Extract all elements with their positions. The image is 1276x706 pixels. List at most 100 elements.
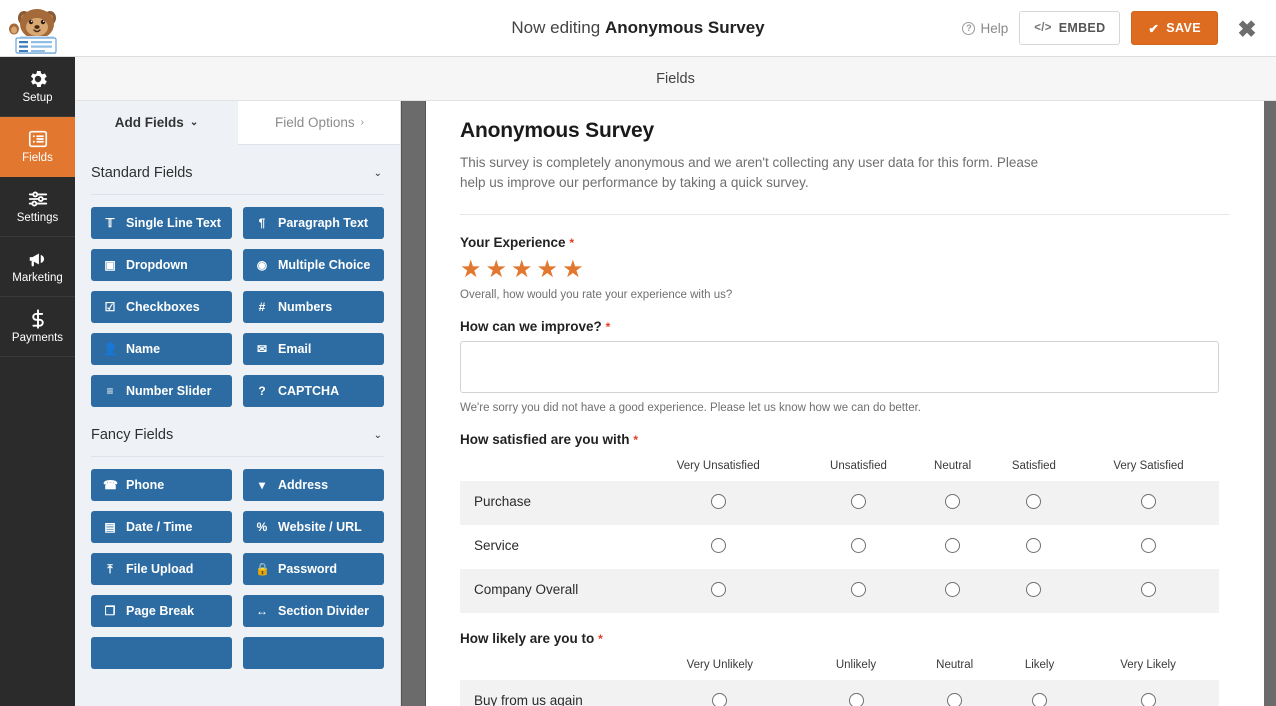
star-icon[interactable]: ★	[511, 257, 533, 283]
hash-icon: #	[255, 300, 269, 314]
help-button[interactable]: ? Help	[962, 21, 1008, 36]
likert-cell[interactable]	[990, 525, 1078, 569]
field-button-section-divider[interactable]: ↔Section Divider	[243, 595, 384, 627]
field-button-label: CAPTCHA	[278, 384, 339, 398]
panel-preview-divider[interactable]	[401, 101, 426, 706]
likert-cell[interactable]	[1078, 525, 1219, 569]
radio-button[interactable]	[1141, 582, 1156, 597]
field-button-captcha[interactable]: ?CAPTCHA	[243, 375, 384, 407]
radio-button[interactable]	[851, 538, 866, 553]
radio-button[interactable]	[1032, 693, 1047, 706]
slider-icon: ≡	[103, 384, 117, 398]
save-button[interactable]: ✔ SAVE	[1131, 11, 1218, 45]
likert-cell[interactable]	[915, 525, 989, 569]
field-button-multiple-choice[interactable]: ◉Multiple Choice	[243, 249, 384, 281]
likert-cell[interactable]	[1077, 680, 1219, 706]
likert-column-header: Neutral	[915, 454, 989, 481]
field-button-numbers[interactable]: #Numbers	[243, 291, 384, 323]
radio-button[interactable]	[1141, 494, 1156, 509]
field-button-name[interactable]: 👤Name	[91, 333, 232, 365]
top-header-bar: Now editing Anonymous Survey ? Help </> …	[0, 0, 1276, 57]
sidebar-item-payments[interactable]: Payments	[0, 297, 75, 357]
section-header-fancy-fields[interactable]: Fancy Fields ⌄	[75, 407, 400, 456]
form-title: Anonymous Survey	[460, 119, 1230, 143]
embed-button[interactable]: </> EMBED	[1019, 11, 1120, 45]
field-button-partial-left[interactable]	[91, 637, 232, 669]
star-icon[interactable]: ★	[537, 257, 559, 283]
radio-button[interactable]	[945, 582, 960, 597]
likert-cell[interactable]	[801, 481, 915, 525]
field-button-number-slider[interactable]: ≡Number Slider	[91, 375, 232, 407]
field-button-paragraph-text[interactable]: ¶Paragraph Text	[243, 207, 384, 239]
likert-cell[interactable]	[915, 569, 989, 613]
radio-button[interactable]	[945, 538, 960, 553]
radio-button[interactable]	[1026, 494, 1041, 509]
field-button-address[interactable]: ▾Address	[243, 469, 384, 501]
likert-cell[interactable]	[990, 569, 1078, 613]
tab-add-fields[interactable]: Add Fields ⌄	[75, 101, 238, 145]
field-button-phone[interactable]: ☎Phone	[91, 469, 232, 501]
field-button-file-upload[interactable]: ⤒File Upload	[91, 553, 232, 585]
section-header-standard-fields[interactable]: Standard Fields ⌄	[75, 145, 400, 194]
radio-button[interactable]	[711, 582, 726, 597]
field-button-date-time[interactable]: ▤Date / Time	[91, 511, 232, 543]
field-button-website-url[interactable]: %Website / URL	[243, 511, 384, 543]
likert-cell[interactable]	[635, 569, 801, 613]
tab-field-options-label: Field Options	[275, 115, 355, 130]
likert-cell[interactable]	[1002, 680, 1077, 706]
star-icon[interactable]: ★	[562, 257, 584, 283]
star-rating-input[interactable]: ★ ★ ★ ★ ★	[460, 257, 1230, 283]
close-icon[interactable]: ✖	[1234, 16, 1260, 42]
radio-button[interactable]	[851, 494, 866, 509]
field-button-partial-right[interactable]	[243, 637, 384, 669]
radio-button[interactable]	[1141, 693, 1156, 706]
radio-button[interactable]	[1141, 538, 1156, 553]
likert-cell[interactable]	[801, 525, 915, 569]
field-button-label: Website / URL	[278, 520, 362, 534]
field-button-password[interactable]: 🔒Password	[243, 553, 384, 585]
field-button-label: Checkboxes	[126, 300, 200, 314]
likert-row-label: Buy from us again	[460, 680, 635, 706]
field-button-checkboxes[interactable]: ☑Checkboxes	[91, 291, 232, 323]
tab-field-options[interactable]: Field Options ›	[238, 101, 401, 145]
field-button-label: Phone	[126, 478, 164, 492]
likert-cell[interactable]	[635, 525, 801, 569]
field-button-email[interactable]: ✉Email	[243, 333, 384, 365]
preview-scrollbar[interactable]	[1264, 101, 1276, 706]
radio-button[interactable]	[1026, 582, 1041, 597]
likert-cell[interactable]	[1078, 569, 1219, 613]
improve-textarea[interactable]	[460, 341, 1219, 393]
likert-column-header: Unsatisfied	[801, 454, 915, 481]
field-button-single-line-text[interactable]: 𝕋Single Line Text	[91, 207, 232, 239]
radio-button[interactable]	[947, 693, 962, 706]
likert-cell[interactable]	[805, 680, 908, 706]
star-icon[interactable]: ★	[486, 257, 508, 283]
radio-button[interactable]	[945, 494, 960, 509]
likert-cell[interactable]	[907, 680, 1002, 706]
radio-button[interactable]	[1026, 538, 1041, 553]
sidebar-item-settings[interactable]: Settings	[0, 177, 75, 237]
field-button-page-break[interactable]: ❐Page Break	[91, 595, 232, 627]
form-header-divider	[460, 214, 1230, 215]
sidebar-item-marketing[interactable]: Marketing	[0, 237, 75, 297]
likert-cell[interactable]	[801, 569, 915, 613]
required-marker: *	[633, 433, 638, 447]
sidebar-item-fields[interactable]: Fields	[0, 117, 75, 177]
star-icon[interactable]: ★	[460, 257, 482, 283]
radio-button[interactable]	[711, 494, 726, 509]
likert-cell[interactable]	[915, 481, 989, 525]
radio-button[interactable]	[712, 693, 727, 706]
likert-cell[interactable]	[1078, 481, 1219, 525]
likert-row-label: Purchase	[460, 481, 635, 525]
radio-button[interactable]	[849, 693, 864, 706]
radio-button[interactable]	[711, 538, 726, 553]
builder-section-title: Fields	[656, 71, 695, 87]
likert-cell[interactable]	[635, 680, 805, 706]
likert-cell[interactable]	[635, 481, 801, 525]
field-button-dropdown[interactable]: ▣Dropdown	[91, 249, 232, 281]
radio-button[interactable]	[851, 582, 866, 597]
field-label-text: How can we improve?	[460, 319, 602, 334]
sidebar-item-setup[interactable]: Setup	[0, 57, 75, 117]
builder-section-title-bar: Fields	[75, 57, 1276, 101]
likert-cell[interactable]	[990, 481, 1078, 525]
